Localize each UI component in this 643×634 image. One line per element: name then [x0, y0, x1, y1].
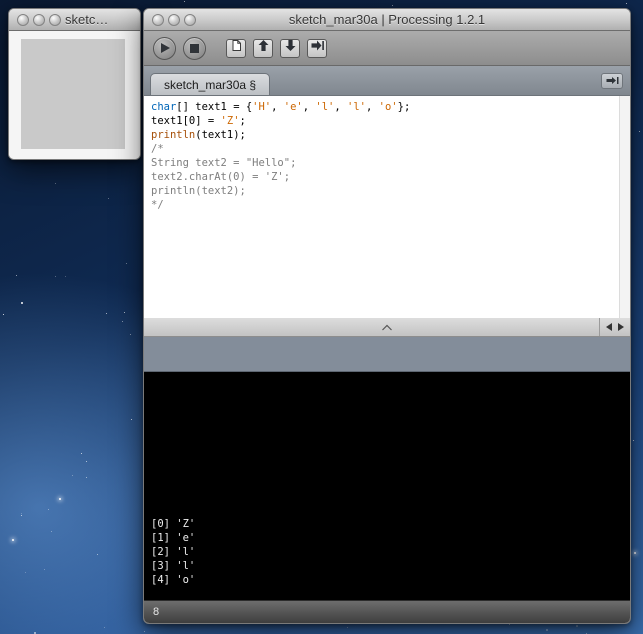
star — [126, 262, 127, 264]
console-line: [2] 'l' — [151, 546, 196, 558]
sketch-window-body — [9, 31, 140, 159]
console-line: [1] 'e' — [151, 532, 196, 544]
console-line: [0] 'Z' — [151, 518, 196, 530]
bright-star — [634, 552, 637, 555]
export-icon — [311, 39, 324, 57]
sketch-run-window[interactable]: sketc… — [8, 8, 141, 160]
close-button[interactable] — [17, 13, 29, 26]
bright-star — [58, 498, 61, 501]
star — [44, 569, 46, 570]
star — [121, 320, 123, 322]
star — [586, 632, 588, 634]
save-icon — [284, 39, 297, 57]
stop-icon — [190, 43, 199, 53]
star — [184, 1, 186, 3]
star — [65, 275, 67, 277]
star — [638, 130, 640, 132]
sketch-canvas — [21, 39, 125, 149]
scrollbar-arrows — [599, 318, 630, 336]
play-icon — [161, 43, 170, 53]
star — [131, 418, 132, 420]
code-line: String text2 = "Hello"; — [151, 157, 297, 169]
star — [24, 572, 26, 574]
editor-horizontal-scrollbar[interactable] — [144, 318, 630, 337]
code-line: text1[0] = 'Z'; — [151, 115, 246, 127]
open-button[interactable] — [253, 38, 273, 58]
star — [54, 276, 56, 278]
star — [47, 508, 49, 510]
console-line: [3] 'l' — [151, 560, 196, 572]
minimize-button[interactable] — [33, 13, 45, 26]
splitter-grip-icon[interactable] — [381, 318, 393, 336]
tab-menu-button[interactable] — [601, 73, 623, 89]
stop-button[interactable] — [183, 36, 206, 60]
ide-traffic-lights — [144, 9, 196, 30]
console-line: [4] 'o' — [151, 574, 196, 586]
star — [20, 302, 23, 304]
minimize-button[interactable] — [168, 13, 180, 26]
status-bar: 8 — [144, 600, 630, 623]
star — [20, 512, 22, 514]
sketch-window-traffic-lights — [9, 9, 61, 30]
star — [107, 198, 109, 199]
code-line: println(text2); — [151, 185, 246, 197]
star — [72, 475, 73, 477]
code-line: char[] text1 = {'H', 'e', 'l', 'l', 'o'}… — [151, 101, 411, 113]
new-sketch-button[interactable] — [226, 38, 246, 58]
code-editor[interactable]: char[] text1 = {'H', 'e', 'l', 'l', 'o'}… — [144, 96, 630, 318]
star — [51, 530, 53, 532]
scroll-left-icon[interactable] — [606, 323, 612, 331]
zoom-button[interactable] — [49, 13, 61, 26]
star — [3, 313, 5, 315]
star — [632, 439, 634, 441]
tab-label: sketch_mar30a § — [164, 77, 257, 92]
new-sketch-icon — [230, 39, 243, 57]
star — [21, 515, 23, 517]
code-lines: char[] text1 = {'H', 'e', 'l', 'l', 'o'}… — [144, 96, 619, 318]
processing-ide-window[interactable]: sketch_mar30a | Processing 1.2.1 sketch_… — [143, 8, 631, 624]
star — [546, 628, 549, 631]
editor-vertical-scrollbar[interactable] — [619, 96, 630, 318]
star — [347, 627, 349, 629]
toolbar — [144, 31, 630, 66]
star — [104, 627, 106, 629]
star — [15, 274, 17, 276]
star — [54, 183, 56, 185]
star — [81, 453, 83, 454]
code-line: /* — [151, 143, 164, 155]
star — [130, 333, 132, 335]
star — [626, 2, 628, 4]
message-area — [144, 337, 630, 372]
save-button[interactable] — [280, 38, 300, 58]
desktop: sketc… sketch_mar30a | Processing 1.2.1 — [0, 0, 643, 634]
star — [85, 477, 87, 479]
star — [509, 624, 510, 626]
star — [96, 553, 98, 555]
run-button[interactable] — [153, 36, 176, 60]
console-output: [0] 'Z' [1] 'e' [2] 'l' [3] 'l' [4] 'o' — [144, 372, 630, 600]
code-line: println(text1); — [151, 129, 246, 141]
scroll-right-icon[interactable] — [618, 323, 624, 331]
line-number: 8 — [153, 606, 160, 618]
sketch-window-titlebar[interactable]: sketc… — [9, 9, 140, 31]
ide-titlebar[interactable]: sketch_mar30a | Processing 1.2.1 — [144, 9, 630, 31]
open-icon — [257, 39, 270, 57]
close-button[interactable] — [152, 13, 164, 26]
star — [106, 312, 108, 314]
code-line: text2.charAt(0) = 'Z'; — [151, 171, 291, 183]
export-button[interactable] — [307, 38, 327, 58]
star — [124, 312, 126, 314]
star — [86, 461, 88, 462]
ide-window-title: sketch_mar30a | Processing 1.2.1 — [288, 12, 486, 27]
star — [576, 624, 579, 627]
tab-strip: sketch_mar30a § — [144, 66, 630, 96]
tab-sketch[interactable]: sketch_mar30a § — [150, 73, 271, 95]
tab-menu-arrow-icon — [606, 72, 619, 90]
star — [391, 5, 393, 7]
zoom-button[interactable] — [184, 13, 196, 26]
code-line: */ — [151, 199, 164, 211]
star — [144, 631, 146, 633]
bright-star — [11, 539, 14, 542]
